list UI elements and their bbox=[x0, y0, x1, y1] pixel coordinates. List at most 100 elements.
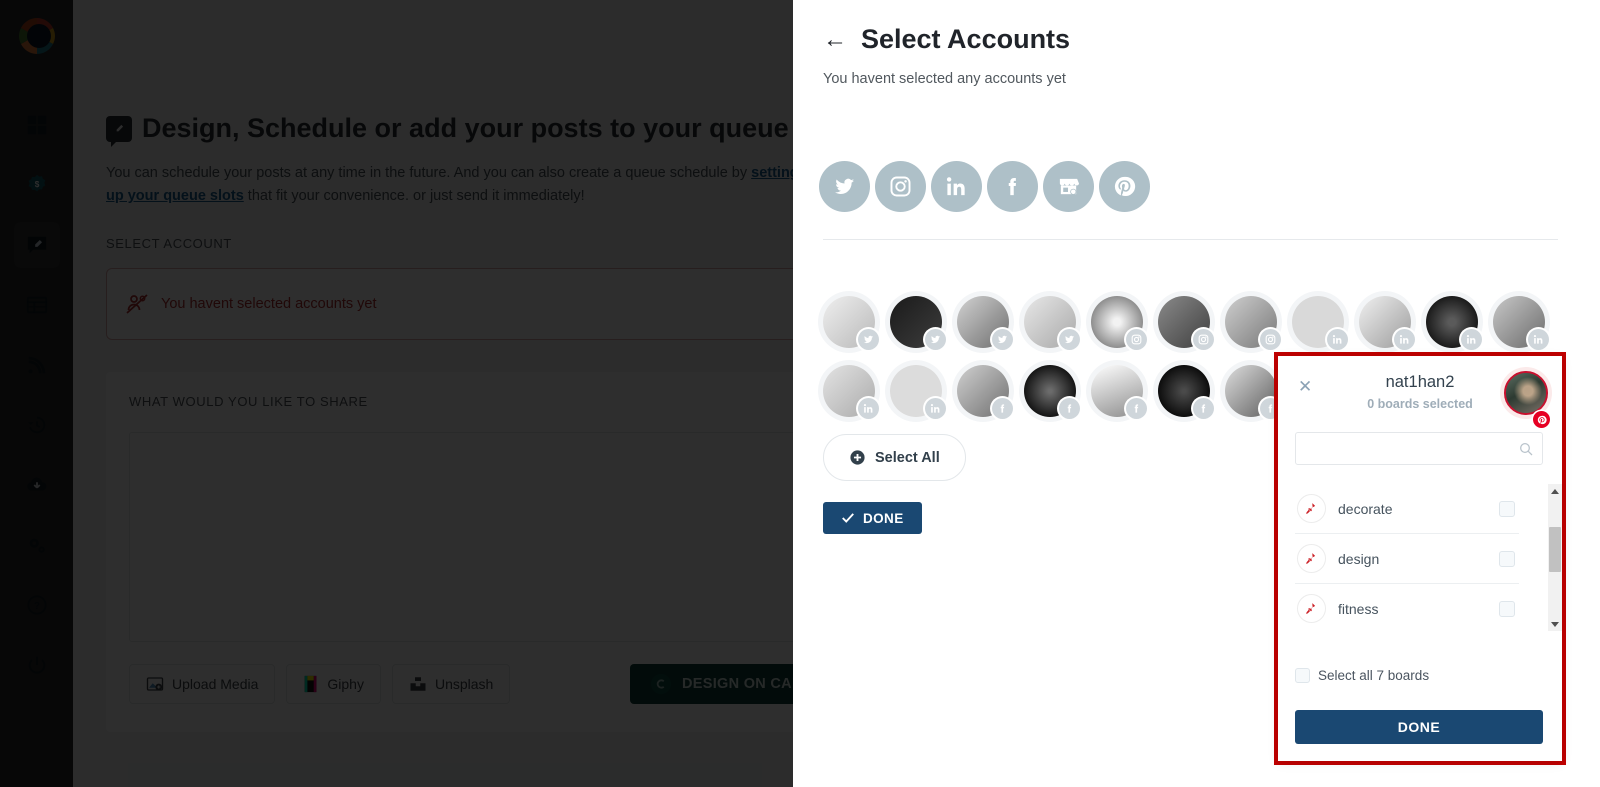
scrollbar-thumb[interactable] bbox=[1549, 527, 1561, 572]
select-all-boards-checkbox[interactable] bbox=[1295, 668, 1310, 683]
board-name: design bbox=[1338, 550, 1380, 567]
account-avatar[interactable] bbox=[1091, 365, 1147, 419]
account-avatar[interactable] bbox=[890, 296, 946, 350]
board-checkbox[interactable] bbox=[1499, 550, 1515, 567]
pin-icon bbox=[1297, 544, 1326, 573]
help-icon: ? bbox=[26, 595, 47, 615]
platform-badge-instagram bbox=[1260, 329, 1281, 350]
cloud-download-icon bbox=[26, 477, 46, 491]
avatar[interactable] bbox=[1504, 371, 1548, 415]
account-avatar[interactable] bbox=[1225, 365, 1281, 419]
panel-done-label: DONE bbox=[863, 510, 904, 526]
linkedin-icon bbox=[946, 177, 965, 196]
board-row[interactable]: design bbox=[1295, 534, 1519, 584]
account-avatar[interactable] bbox=[957, 365, 1013, 419]
sidebar-item-dashboard[interactable] bbox=[14, 102, 60, 148]
post-textarea[interactable] bbox=[129, 432, 846, 642]
panel-title-text: Select Accounts bbox=[861, 24, 1071, 54]
gears-icon bbox=[29, 538, 45, 553]
badge-dollar-icon: $ bbox=[28, 174, 45, 192]
panel-title: ← Select Accounts bbox=[823, 24, 1070, 55]
unsplash-button[interactable]: Unsplash bbox=[391, 664, 511, 704]
sidebar-item-logout[interactable] bbox=[14, 642, 60, 688]
platform-filter-twitter[interactable] bbox=[819, 161, 870, 212]
platform-filter-pinterest[interactable] bbox=[1099, 161, 1150, 212]
account-avatar[interactable] bbox=[1158, 296, 1214, 350]
account-avatar[interactable] bbox=[823, 365, 879, 419]
account-avatar[interactable] bbox=[1292, 296, 1348, 350]
back-arrow-icon[interactable]: ← bbox=[823, 27, 847, 52]
sidebar-item-feeds[interactable] bbox=[14, 342, 60, 388]
upload-media-button[interactable]: Upload Media bbox=[129, 664, 276, 704]
users-off-icon bbox=[126, 294, 148, 314]
boards-done-button[interactable]: DONE bbox=[1295, 710, 1543, 744]
account-avatar[interactable] bbox=[1024, 296, 1080, 350]
giphy-button[interactable]: Giphy bbox=[286, 664, 381, 704]
platform-badge-linkedin bbox=[1394, 329, 1415, 350]
platform-filter-instagram[interactable] bbox=[875, 161, 926, 212]
platform-badge-facebook bbox=[1193, 398, 1214, 419]
plus-circle-icon bbox=[850, 450, 865, 465]
upload-media-label: Upload Media bbox=[172, 676, 259, 692]
boards-list[interactable]: decorate design fitness bbox=[1295, 484, 1543, 631]
platform-badge-instagram bbox=[1126, 329, 1147, 350]
sidebar-item-history[interactable] bbox=[14, 402, 60, 448]
account-avatar[interactable] bbox=[957, 296, 1013, 350]
sidebar-item-upload[interactable] bbox=[14, 462, 60, 508]
platform-badge-linkedin bbox=[1327, 329, 1348, 350]
sidebar-nav: $ ? bbox=[0, 102, 73, 702]
boards-scrollbar[interactable] bbox=[1548, 484, 1562, 631]
sidebar-item-pricing[interactable]: $ bbox=[14, 162, 60, 208]
board-search-input[interactable] bbox=[1296, 433, 1542, 464]
board-search-box[interactable] bbox=[1295, 432, 1543, 465]
grid-icon bbox=[27, 115, 46, 135]
scroll-up-arrow[interactable] bbox=[1548, 484, 1562, 498]
linkedin-icon bbox=[1533, 335, 1543, 344]
select-all-accounts-button[interactable]: Select All bbox=[823, 434, 966, 481]
select-all-boards-row[interactable]: Select all 7 boards bbox=[1295, 668, 1429, 683]
share-card: WHAT WOULD YOU LIKE TO SHARE Upload Medi… bbox=[106, 372, 866, 732]
twitter-icon bbox=[1064, 335, 1075, 344]
board-checkbox[interactable] bbox=[1499, 500, 1515, 517]
app-logo[interactable] bbox=[13, 12, 61, 60]
platform-filter-row bbox=[819, 161, 1150, 212]
platform-badge-twitter bbox=[858, 329, 879, 350]
platform-badge-facebook bbox=[1059, 398, 1080, 419]
select-all-boards-label: Select all 7 boards bbox=[1318, 668, 1430, 683]
account-avatar[interactable] bbox=[1359, 296, 1415, 350]
sidebar-item-compose[interactable] bbox=[13, 222, 60, 268]
scroll-down-arrow[interactable] bbox=[1548, 617, 1562, 631]
account-avatar[interactable] bbox=[1426, 296, 1482, 350]
platform-filter-linkedin[interactable] bbox=[931, 161, 982, 212]
board-name: fitness bbox=[1338, 600, 1379, 617]
rss-icon bbox=[28, 356, 45, 374]
image-upload-icon bbox=[146, 677, 164, 691]
board-checkbox[interactable] bbox=[1499, 600, 1515, 617]
account-avatar[interactable] bbox=[1225, 296, 1281, 350]
account-avatar[interactable] bbox=[1091, 296, 1147, 350]
panel-done-button[interactable]: DONE bbox=[823, 502, 922, 534]
board-row[interactable]: decorate bbox=[1295, 484, 1519, 534]
search-icon bbox=[1520, 443, 1533, 456]
account-avatar[interactable] bbox=[1024, 365, 1080, 419]
pinterest-icon bbox=[1114, 176, 1136, 197]
giphy-icon bbox=[305, 675, 317, 693]
platform-filter-google-business[interactable] bbox=[1043, 161, 1094, 212]
account-avatar[interactable] bbox=[890, 365, 946, 419]
platform-filter-facebook[interactable] bbox=[987, 161, 1038, 212]
sidebar-item-help[interactable]: ? bbox=[14, 582, 60, 628]
compose-icon bbox=[106, 115, 132, 147]
sidebar-item-settings[interactable] bbox=[14, 522, 60, 568]
account-avatar[interactable] bbox=[1493, 296, 1549, 350]
sidebar-item-queue[interactable] bbox=[14, 282, 60, 328]
facebook-icon bbox=[1008, 177, 1016, 196]
board-row[interactable]: fitness bbox=[1295, 584, 1519, 631]
account-avatar[interactable] bbox=[823, 296, 879, 350]
select-account-label: SELECT ACCOUNT bbox=[106, 236, 232, 251]
account-avatar[interactable] bbox=[1158, 365, 1214, 419]
storefront-icon bbox=[1059, 178, 1080, 195]
boards-popup-highlight: ✕ nat1han2 0 boards selected decorate de… bbox=[1274, 352, 1566, 765]
app-sidebar: $ ? bbox=[0, 0, 73, 787]
no-accounts-banner[interactable]: You havent selected accounts yet › bbox=[106, 268, 866, 340]
twitter-icon bbox=[930, 335, 941, 344]
